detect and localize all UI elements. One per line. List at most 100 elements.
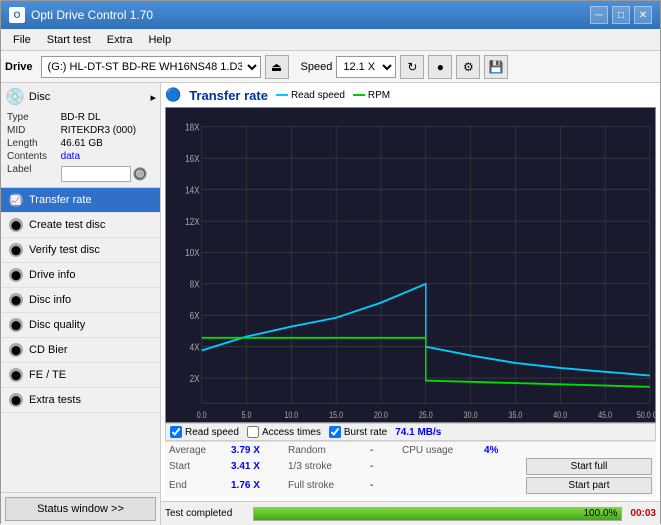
cd-bier-icon: ⬤ bbox=[9, 343, 23, 357]
settings-button[interactable]: ⚙ bbox=[456, 55, 480, 79]
chart-svg: 18X 16X 14X 12X 10X 8X 6X 4X 2X 0.0 5.0 bbox=[166, 108, 655, 422]
svg-text:5.0: 5.0 bbox=[242, 411, 252, 421]
contents-label: Contents bbox=[5, 150, 59, 163]
nav-disc-quality[interactable]: ⬤ Disc quality bbox=[1, 313, 160, 338]
menu-start-test[interactable]: Start test bbox=[39, 32, 99, 48]
burst-rate-checkbox[interactable] bbox=[329, 426, 341, 438]
record-button[interactable]: ● bbox=[428, 55, 452, 79]
length-value: 46.61 GB bbox=[59, 137, 156, 150]
refresh-button[interactable]: ↻ bbox=[400, 55, 424, 79]
nav-label-verify-disc: Verify test disc bbox=[29, 244, 100, 256]
menu-file[interactable]: File bbox=[5, 32, 39, 48]
toolbar: Drive (G:) HL-DT-ST BD-RE WH16NS48 1.D3 … bbox=[1, 51, 660, 83]
chart-container: 🔵 Transfer rate Read speed RPM bbox=[161, 83, 660, 501]
disc-quality-icon: ⬤ bbox=[9, 318, 23, 332]
length-label: Length bbox=[5, 137, 59, 150]
start-value: 3.41 X bbox=[231, 461, 286, 472]
nav-fe-te[interactable]: ⬤ FE / TE bbox=[1, 363, 160, 388]
avg-value: 3.79 X bbox=[231, 445, 286, 456]
nav-extra-tests[interactable]: ⬤ Extra tests bbox=[1, 388, 160, 413]
label-input[interactable] bbox=[61, 166, 131, 182]
cpu-label: CPU usage bbox=[402, 445, 482, 456]
drive-label: Drive bbox=[5, 61, 33, 73]
read-speed-checkbox-label[interactable]: Read speed bbox=[170, 426, 239, 438]
transfer-rate-icon: 📈 bbox=[9, 193, 23, 207]
chart-checkboxes: Read speed Access times Burst rate 74.1 … bbox=[165, 423, 656, 441]
read-speed-checkbox-text: Read speed bbox=[185, 427, 239, 438]
titlebar: O Opti Drive Control 1.70 ─ □ ✕ bbox=[1, 1, 660, 29]
eject-button[interactable]: ⏏ bbox=[265, 55, 289, 79]
disc-expand-icon[interactable]: ▸ bbox=[150, 91, 156, 104]
start-full-button[interactable]: Start full bbox=[526, 458, 652, 475]
end-label: End bbox=[169, 480, 229, 491]
access-times-checkbox-text: Access times bbox=[262, 427, 321, 438]
svg-text:40.0: 40.0 bbox=[553, 411, 567, 421]
nav-label-fe-te: FE / TE bbox=[29, 369, 66, 381]
burst-rate-value: 74.1 MB/s bbox=[395, 427, 441, 438]
nav-items: 📈 Transfer rate ⬤ Create test disc ⬤ Ver… bbox=[1, 188, 160, 492]
random-value: - bbox=[370, 445, 400, 456]
disc-panel: 💿 Disc ▸ Type BD-R DL MID RITEKDR3 (000)… bbox=[1, 83, 160, 188]
burst-rate-checkbox-label[interactable]: Burst rate bbox=[329, 426, 387, 438]
read-speed-checkbox[interactable] bbox=[170, 426, 182, 438]
type-value: BD-R DL bbox=[59, 111, 156, 124]
full-stroke-value: - bbox=[370, 480, 400, 491]
svg-text:18X: 18X bbox=[185, 122, 199, 133]
svg-text:30.0: 30.0 bbox=[464, 411, 478, 421]
svg-text:2X: 2X bbox=[190, 373, 200, 384]
label-emoji-icon[interactable]: 🔘 bbox=[133, 167, 148, 181]
access-times-checkbox[interactable] bbox=[247, 426, 259, 438]
nav-create-test-disc[interactable]: ⬤ Create test disc bbox=[1, 213, 160, 238]
mid-label: MID bbox=[5, 124, 59, 137]
svg-text:14X: 14X bbox=[185, 185, 199, 196]
nav-drive-info[interactable]: ⬤ Drive info bbox=[1, 263, 160, 288]
menu-help[interactable]: Help bbox=[140, 32, 179, 48]
stats-area: Average 3.79 X Random - CPU usage 4% Sta… bbox=[165, 441, 656, 497]
nav-disc-info[interactable]: ⬤ Disc info bbox=[1, 288, 160, 313]
content-area: 🔵 Transfer rate Read speed RPM bbox=[161, 83, 660, 525]
app-title: Opti Drive Control 1.70 bbox=[31, 8, 590, 22]
stats-row-1: Average 3.79 X Random - CPU usage 4% bbox=[169, 444, 652, 457]
maximize-button[interactable]: □ bbox=[612, 6, 630, 24]
status-window-button[interactable]: Status window >> bbox=[5, 497, 156, 521]
nav-label-extra-tests: Extra tests bbox=[29, 394, 81, 406]
access-times-checkbox-label[interactable]: Access times bbox=[247, 426, 321, 438]
nav-label-create-disc: Create test disc bbox=[29, 219, 105, 231]
svg-text:45.0: 45.0 bbox=[598, 411, 612, 421]
svg-text:10.0: 10.0 bbox=[284, 411, 298, 421]
start-part-button[interactable]: Start part bbox=[526, 477, 652, 494]
label-label: Label bbox=[5, 163, 59, 183]
svg-text:0.0: 0.0 bbox=[197, 411, 207, 421]
drive-info-icon: ⬤ bbox=[9, 268, 23, 282]
legend-rpm: RPM bbox=[353, 90, 390, 101]
start-label: Start bbox=[169, 461, 229, 472]
nav-verify-test-disc[interactable]: ⬤ Verify test disc bbox=[1, 238, 160, 263]
window-controls: ─ □ ✕ bbox=[590, 6, 652, 24]
save-button[interactable]: 💾 bbox=[484, 55, 508, 79]
progress-bar: 100.0% bbox=[253, 507, 622, 521]
speed-select[interactable]: 12.1 X bbox=[336, 56, 396, 78]
status-window-label: Status window >> bbox=[37, 503, 124, 515]
legend-rpm-label: RPM bbox=[368, 90, 390, 101]
full-stroke-label: Full stroke bbox=[288, 480, 368, 491]
svg-text:16X: 16X bbox=[185, 153, 199, 164]
svg-text:6X: 6X bbox=[190, 310, 200, 321]
stroke13-label: 1/3 stroke bbox=[288, 461, 368, 472]
svg-text:25.0: 25.0 bbox=[419, 411, 433, 421]
nav-label-disc-quality: Disc quality bbox=[29, 319, 85, 331]
svg-text:35.0: 35.0 bbox=[508, 411, 522, 421]
nav-cd-bier[interactable]: ⬤ CD Bier bbox=[1, 338, 160, 363]
stroke13-value: - bbox=[370, 461, 400, 472]
menu-extra[interactable]: Extra bbox=[99, 32, 141, 48]
close-button[interactable]: ✕ bbox=[634, 6, 652, 24]
type-label: Type bbox=[5, 111, 59, 124]
sidebar: 💿 Disc ▸ Type BD-R DL MID RITEKDR3 (000)… bbox=[1, 83, 161, 525]
contents-value[interactable]: data bbox=[61, 151, 80, 162]
disc-icon: 💿 bbox=[5, 87, 25, 107]
app-icon: O bbox=[9, 7, 25, 23]
nav-transfer-rate[interactable]: 📈 Transfer rate bbox=[1, 188, 160, 213]
minimize-button[interactable]: ─ bbox=[590, 6, 608, 24]
legend-read-speed-color bbox=[276, 94, 288, 96]
nav-label-drive-info: Drive info bbox=[29, 269, 75, 281]
drive-select[interactable]: (G:) HL-DT-ST BD-RE WH16NS48 1.D3 bbox=[41, 56, 261, 78]
